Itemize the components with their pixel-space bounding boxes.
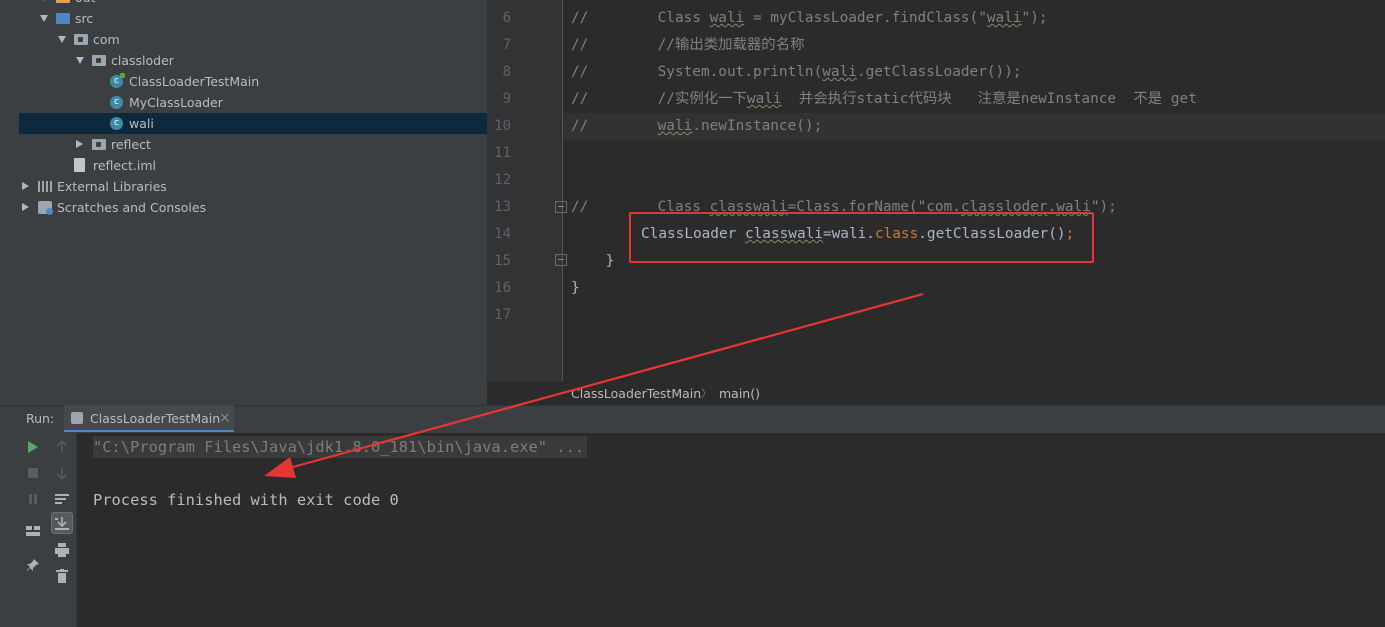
chevron-right-icon[interactable] [22,182,29,190]
project-tree: outsrccomclasslodercClassLoaderTestMainc… [19,0,487,405]
tree-item-label: reflect [111,137,151,152]
code-line-10: // wali.newInstance(); [571,118,823,134]
trash-icon[interactable] [52,566,72,586]
line-number: 16 [494,280,511,296]
tree-item[interactable]: c MyClassLoader [19,92,487,113]
run-tool-strip [0,433,20,627]
run-label: Run: [26,411,55,426]
fold-marker-icon[interactable] [555,201,567,213]
line-number: 11 [494,145,511,161]
tree-item-label: MyClassLoader [129,95,223,110]
console-command-line[interactable]: "C:\Program Files\Java\jdk1.8.0_181\bin\… [93,436,588,458]
tree-item-label: src [75,11,94,26]
scroll-down-icon[interactable] [52,463,72,483]
line-number: 6 [502,10,511,26]
scroll-to-end-icon[interactable] [51,512,73,534]
file-icon [74,158,85,172]
breadcrumb: ClassLoaderTestMain 〉 main() [563,381,1385,406]
soft-wrap-icon[interactable] [52,489,72,509]
class-icon: c [110,96,123,109]
tree-item[interactable]: c wali [19,113,487,134]
folder-orange-icon [56,0,70,3]
tree-item[interactable]: reflect.iml [19,155,487,176]
library-icon [38,181,52,192]
tree-item-label: com [93,32,120,47]
chevron-down-icon[interactable] [40,15,48,22]
package-icon [92,139,106,150]
line-number: 14 [494,226,511,242]
line-number: 8 [502,64,511,80]
chevron-down-icon[interactable] [58,36,66,43]
tree-item[interactable]: src [19,8,487,29]
line-number: 9 [502,91,511,107]
tree-item-label: classloder [111,53,174,68]
console-output[interactable] [77,433,1385,627]
code-line-6: // Class wali = myClassLoader.findClass(… [571,10,1048,26]
tree-item[interactable]: out [19,0,487,8]
chevron-right-icon[interactable] [76,140,83,148]
run-tab-label[interactable]: ClassLoaderTestMain [90,405,220,432]
scratches-icon [38,201,53,215]
pin-icon[interactable] [23,555,43,575]
code-line-8: // System.out.println(wali.getClassLoade… [571,64,1022,80]
print-icon[interactable] [52,540,72,560]
class-run-icon: c [110,73,125,88]
code-line-16: } [571,280,580,296]
tree-item[interactable]: Scratches and Consoles [19,197,487,218]
line-number: 10 [494,118,511,134]
chevron-down-icon[interactable] [76,57,84,64]
project-tool-strip [0,0,20,405]
tree-item[interactable]: reflect [19,134,487,155]
line-number: 12 [494,172,511,188]
folder-blue-icon [56,13,70,24]
run-config-icon [71,412,83,424]
highlight-box [629,212,1094,263]
tree-item-label: External Libraries [57,179,167,194]
close-tab-icon[interactable]: × [219,405,231,432]
tree-item[interactable]: com [19,29,487,50]
breadcrumb-separator-icon: 〉 [701,387,712,400]
line-number: 13 [494,199,511,215]
tree-item-label: wali [129,116,154,131]
console-exit-message: Process finished with exit code 0 [93,491,399,509]
tree-item[interactable]: c ClassLoaderTestMain [19,71,487,92]
line-number: 7 [502,37,511,53]
line-number: 15 [494,253,511,269]
line-number: 17 [494,307,511,323]
code-line-15: } [571,253,615,269]
scroll-up-icon[interactable] [52,437,72,457]
tree-item-label: out [75,0,95,8]
pause-icon[interactable] [23,489,43,509]
code-line-9: // //实例化一下wali 并会执行static代码块 注意是newInsta… [571,91,1197,107]
chevron-down-icon[interactable] [40,0,48,1]
rerun-icon[interactable] [23,437,43,457]
tree-item[interactable]: classloder [19,50,487,71]
chevron-right-icon[interactable] [22,203,29,211]
tree-item-label: ClassLoaderTestMain [129,74,260,89]
stop-icon[interactable] [23,463,43,483]
layout-icon[interactable] [23,521,43,541]
package-icon [92,55,106,66]
tree-item-label: Scratches and Consoles [57,200,207,215]
breadcrumb-method[interactable]: main() [719,381,760,406]
class-icon: c [110,117,123,130]
package-icon [74,34,88,45]
fold-marker-icon[interactable] [555,254,567,266]
tree-item-label: reflect.iml [93,158,156,173]
code-line-7: // //输出类加载器的名称 [571,37,805,53]
breadcrumb-class[interactable]: ClassLoaderTestMain [571,381,701,406]
tree-item[interactable]: External Libraries [19,176,487,197]
